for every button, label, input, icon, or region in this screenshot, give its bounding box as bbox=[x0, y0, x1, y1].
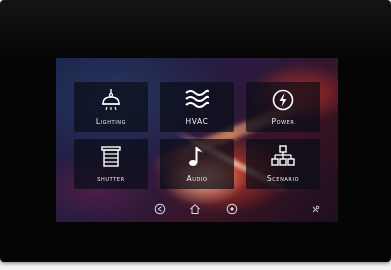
lighting-label: Lighting bbox=[95, 117, 127, 126]
hvac-tile[interactable]: HVAC bbox=[160, 82, 234, 132]
panel-screen: Lighting HVAC Power shutter Audio Scenar… bbox=[56, 58, 338, 222]
lighting-tile[interactable]: Lighting bbox=[74, 82, 148, 132]
audio-label: Audio bbox=[186, 174, 208, 183]
scenario-label: Scenario bbox=[266, 174, 300, 183]
settings-icon[interactable] bbox=[311, 205, 320, 214]
network-hierarchy-icon bbox=[271, 145, 295, 166]
power-label: Power bbox=[271, 117, 295, 126]
power-tile[interactable]: Power bbox=[246, 82, 320, 132]
shutter-label: shutter bbox=[97, 174, 125, 183]
waves-icon bbox=[185, 89, 210, 108]
scenario-tile[interactable]: Scenario bbox=[246, 139, 320, 189]
back-icon[interactable] bbox=[154, 203, 166, 215]
shutter-tile[interactable]: shutter bbox=[74, 139, 148, 189]
power-bolt-icon bbox=[272, 89, 294, 111]
music-note-icon bbox=[189, 147, 203, 166]
hvac-label: HVAC bbox=[185, 117, 209, 126]
ceiling-lamp-icon bbox=[102, 89, 120, 111]
home-icon[interactable] bbox=[189, 203, 201, 215]
menu-dot-icon[interactable] bbox=[226, 203, 238, 215]
shutter-icon bbox=[101, 146, 121, 167]
audio-tile[interactable]: Audio bbox=[160, 139, 234, 189]
touch-panel-device: Lighting HVAC Power shutter Audio Scenar… bbox=[0, 0, 391, 262]
